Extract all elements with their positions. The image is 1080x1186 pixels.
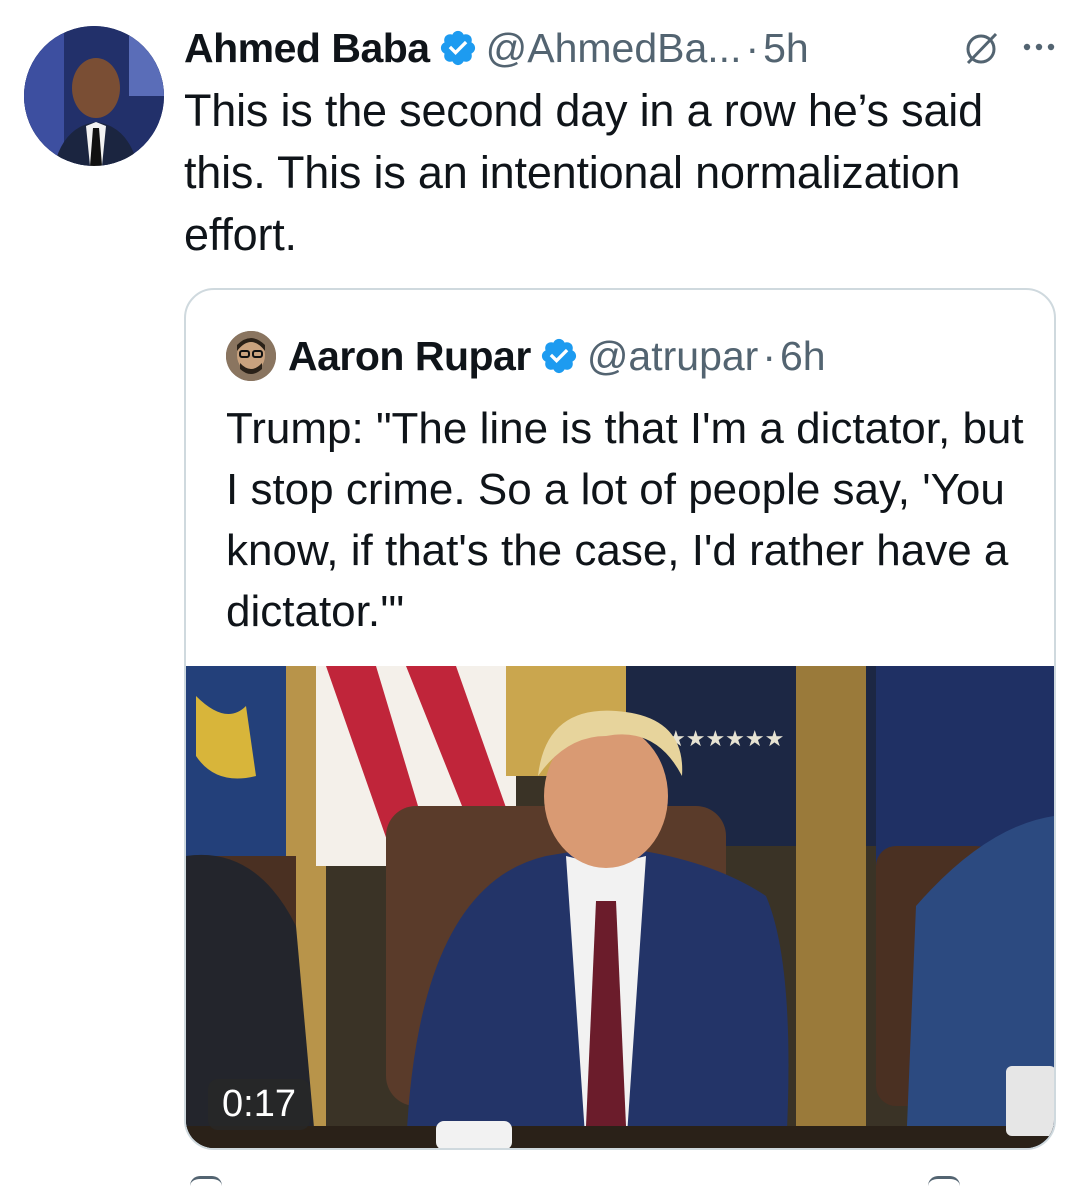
share-icon[interactable] — [928, 1176, 960, 1186]
video-duration: 0:17 — [208, 1079, 310, 1130]
reply-icon[interactable] — [190, 1176, 222, 1186]
quote-text: Trump: "The line is that I'm a dictator,… — [226, 404, 1024, 636]
video-thumbnail: ★★★★★★ — [186, 666, 1054, 1148]
quote-time[interactable]: 6h — [780, 333, 826, 380]
quoted-tweet[interactable]: Aaron Rupar @atrupar · 6h Trump: "The li… — [184, 288, 1056, 1150]
quote-author-name[interactable]: Aaron Rupar — [288, 333, 531, 380]
verified-badge-icon — [440, 30, 475, 66]
grok-icon[interactable] — [962, 30, 1000, 68]
quote-verified-badge-icon — [541, 338, 576, 374]
more-icon[interactable] — [1022, 40, 1056, 54]
separator-dot: · — [745, 24, 760, 71]
tweet-time[interactable]: 5h — [763, 25, 809, 72]
quote-avatar-image — [226, 331, 276, 381]
svg-text:★★★★★★: ★★★★★★ — [666, 727, 784, 752]
avatar-image — [24, 26, 164, 166]
quote-author-avatar[interactable] — [226, 331, 276, 381]
quote-separator-dot: · — [762, 332, 776, 379]
tweet-text: This is the second day in a row he’s sai… — [184, 85, 983, 260]
video-player[interactable]: ★★★★★★ 0:17 — [186, 666, 1054, 1148]
quote-author-handle[interactable]: @atrupar — [587, 333, 759, 380]
quote-header: Aaron Rupar @atrupar · 6h — [226, 326, 826, 386]
author-name[interactable]: Ahmed Baba — [184, 25, 430, 72]
author-avatar[interactable] — [24, 26, 164, 166]
author-handle[interactable]: @AhmedBa... — [486, 25, 742, 72]
tweet-header: Ahmed Baba @AhmedBa... · 5h — [184, 20, 1066, 76]
